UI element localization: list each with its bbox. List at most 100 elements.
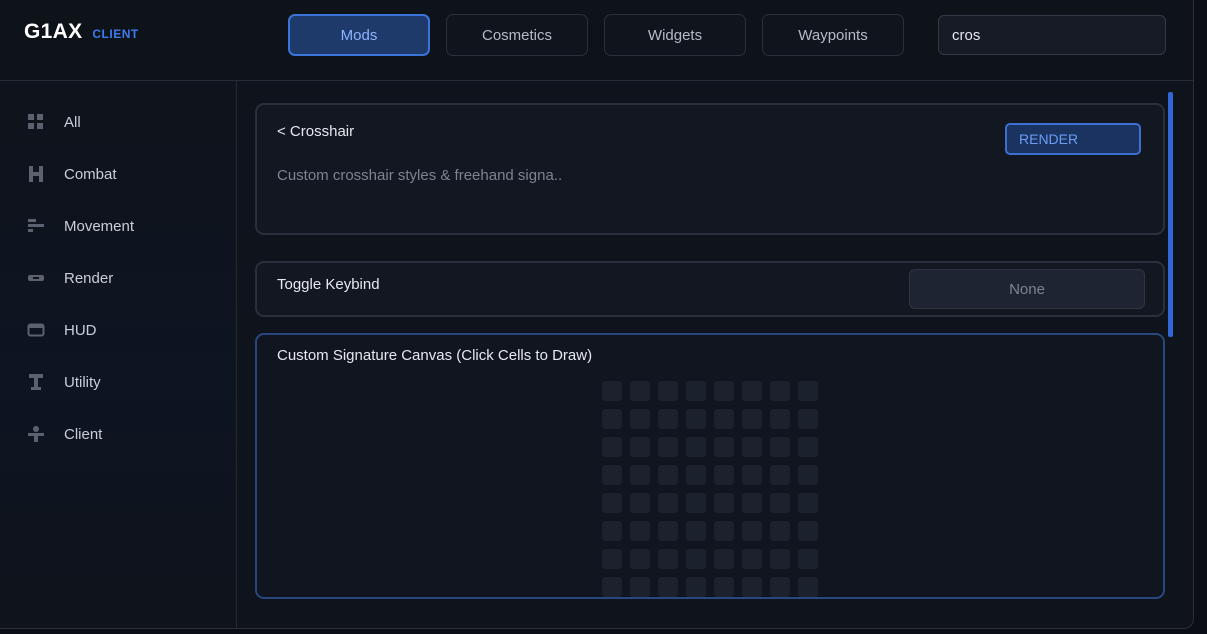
canvas-cell[interactable] [602, 521, 622, 541]
canvas-cell[interactable] [742, 437, 762, 457]
canvas-cell[interactable] [770, 409, 790, 429]
canvas-cell[interactable] [602, 409, 622, 429]
brand-tag: CLIENT [92, 27, 139, 41]
tab-mods[interactable]: Mods [288, 14, 430, 56]
canvas-cell[interactable] [602, 549, 622, 569]
canvas-cell[interactable] [686, 493, 706, 513]
canvas-cell[interactable] [714, 577, 734, 597]
canvas-cell[interactable] [630, 493, 650, 513]
sidebar-item-label: All [64, 113, 81, 131]
combat-icon [26, 164, 46, 184]
keybind-label: Toggle Keybind [277, 276, 380, 293]
canvas-cell[interactable] [798, 549, 818, 569]
canvas-cell[interactable] [630, 521, 650, 541]
sidebar-item-label: Client [64, 425, 103, 443]
sidebar-item-all[interactable]: All [26, 108, 226, 136]
sidebar-item-utility[interactable]: Utility [26, 368, 226, 396]
canvas-cell[interactable] [714, 521, 734, 541]
canvas-cell[interactable] [798, 521, 818, 541]
canvas-cell[interactable] [742, 465, 762, 485]
mod-header-panel: < Crosshair Custom crosshair styles & fr… [255, 103, 1165, 235]
sidebar-item-client[interactable]: Client [26, 420, 226, 448]
brand-name: G1AX [24, 20, 83, 43]
canvas-cell[interactable] [658, 381, 678, 401]
back-button[interactable]: < Crosshair [277, 123, 354, 140]
sidebar-item-label: Utility [64, 373, 101, 391]
canvas-cell[interactable] [602, 493, 622, 513]
sidebar-item-combat[interactable]: Combat [26, 160, 226, 188]
signature-canvas-panel: Custom Signature Canvas (Click Cells to … [255, 333, 1165, 599]
canvas-cell[interactable] [798, 409, 818, 429]
canvas-cell[interactable] [770, 381, 790, 401]
sidebar-item-hud[interactable]: HUD [26, 316, 226, 344]
canvas-cell[interactable] [630, 465, 650, 485]
canvas-cell[interactable] [742, 521, 762, 541]
canvas-cell[interactable] [770, 577, 790, 597]
canvas-cell[interactable] [686, 437, 706, 457]
canvas-cell[interactable] [742, 493, 762, 513]
top-bar: G1AX CLIENT Mods Cosmetics Widgets Waypo… [0, 0, 1193, 81]
canvas-label: Custom Signature Canvas (Click Cells to … [277, 347, 593, 364]
canvas-cell[interactable] [658, 437, 678, 457]
canvas-cell[interactable] [686, 409, 706, 429]
canvas-cell[interactable] [770, 437, 790, 457]
search-input[interactable] [938, 15, 1166, 55]
canvas-cell[interactable] [686, 577, 706, 597]
canvas-cell[interactable] [714, 549, 734, 569]
canvas-cell[interactable] [686, 381, 706, 401]
canvas-cell[interactable] [714, 465, 734, 485]
scrollbar-thumb[interactable] [1168, 92, 1173, 337]
grid-icon [26, 112, 46, 132]
movement-icon [26, 216, 46, 236]
tab-cosmetics[interactable]: Cosmetics [446, 14, 588, 56]
sidebar-item-label: Render [64, 269, 114, 287]
canvas-cell[interactable] [658, 493, 678, 513]
canvas-cell[interactable] [686, 465, 706, 485]
client-window: G1AX CLIENT Mods Cosmetics Widgets Waypo… [0, 0, 1194, 629]
render-icon [26, 268, 46, 288]
canvas-cell[interactable] [686, 549, 706, 569]
keybind-panel: Toggle Keybind None [255, 261, 1165, 317]
canvas-cell[interactable] [714, 437, 734, 457]
canvas-cell[interactable] [714, 409, 734, 429]
canvas-cell[interactable] [658, 577, 678, 597]
canvas-cell[interactable] [630, 381, 650, 401]
canvas-cell[interactable] [602, 437, 622, 457]
sidebar-item-label: Movement [64, 217, 135, 235]
canvas-cell[interactable] [658, 409, 678, 429]
canvas-cell[interactable] [602, 577, 622, 597]
utility-icon [26, 372, 46, 392]
canvas-cell[interactable] [686, 521, 706, 541]
canvas-cell[interactable] [770, 465, 790, 485]
canvas-cell[interactable] [714, 493, 734, 513]
sidebar-item-movement[interactable]: Movement [26, 212, 226, 240]
canvas-cell[interactable] [742, 549, 762, 569]
canvas-cell[interactable] [630, 437, 650, 457]
canvas-cell[interactable] [770, 493, 790, 513]
canvas-cell[interactable] [770, 549, 790, 569]
sidebar-item-render[interactable]: Render [26, 264, 226, 292]
mod-description: Custom crosshair styles & freehand signa… [277, 167, 563, 184]
canvas-cell[interactable] [630, 409, 650, 429]
canvas-cell[interactable] [798, 577, 818, 597]
canvas-cell[interactable] [602, 381, 622, 401]
keybind-button[interactable]: None [909, 269, 1145, 309]
canvas-cell[interactable] [602, 465, 622, 485]
sidebar-item-label: Combat [64, 165, 117, 183]
canvas-cell[interactable] [770, 521, 790, 541]
tab-widgets[interactable]: Widgets [604, 14, 746, 56]
canvas-cell[interactable] [630, 549, 650, 569]
canvas-cell[interactable] [742, 381, 762, 401]
canvas-cell[interactable] [658, 521, 678, 541]
canvas-cell[interactable] [658, 465, 678, 485]
canvas-cell[interactable] [714, 381, 734, 401]
canvas-cell[interactable] [742, 409, 762, 429]
canvas-cell[interactable] [742, 577, 762, 597]
canvas-cell[interactable] [798, 381, 818, 401]
canvas-cell[interactable] [630, 577, 650, 597]
canvas-cell[interactable] [658, 549, 678, 569]
tab-waypoints[interactable]: Waypoints [762, 14, 904, 56]
canvas-cell[interactable] [798, 465, 818, 485]
canvas-cell[interactable] [798, 493, 818, 513]
canvas-cell[interactable] [798, 437, 818, 457]
